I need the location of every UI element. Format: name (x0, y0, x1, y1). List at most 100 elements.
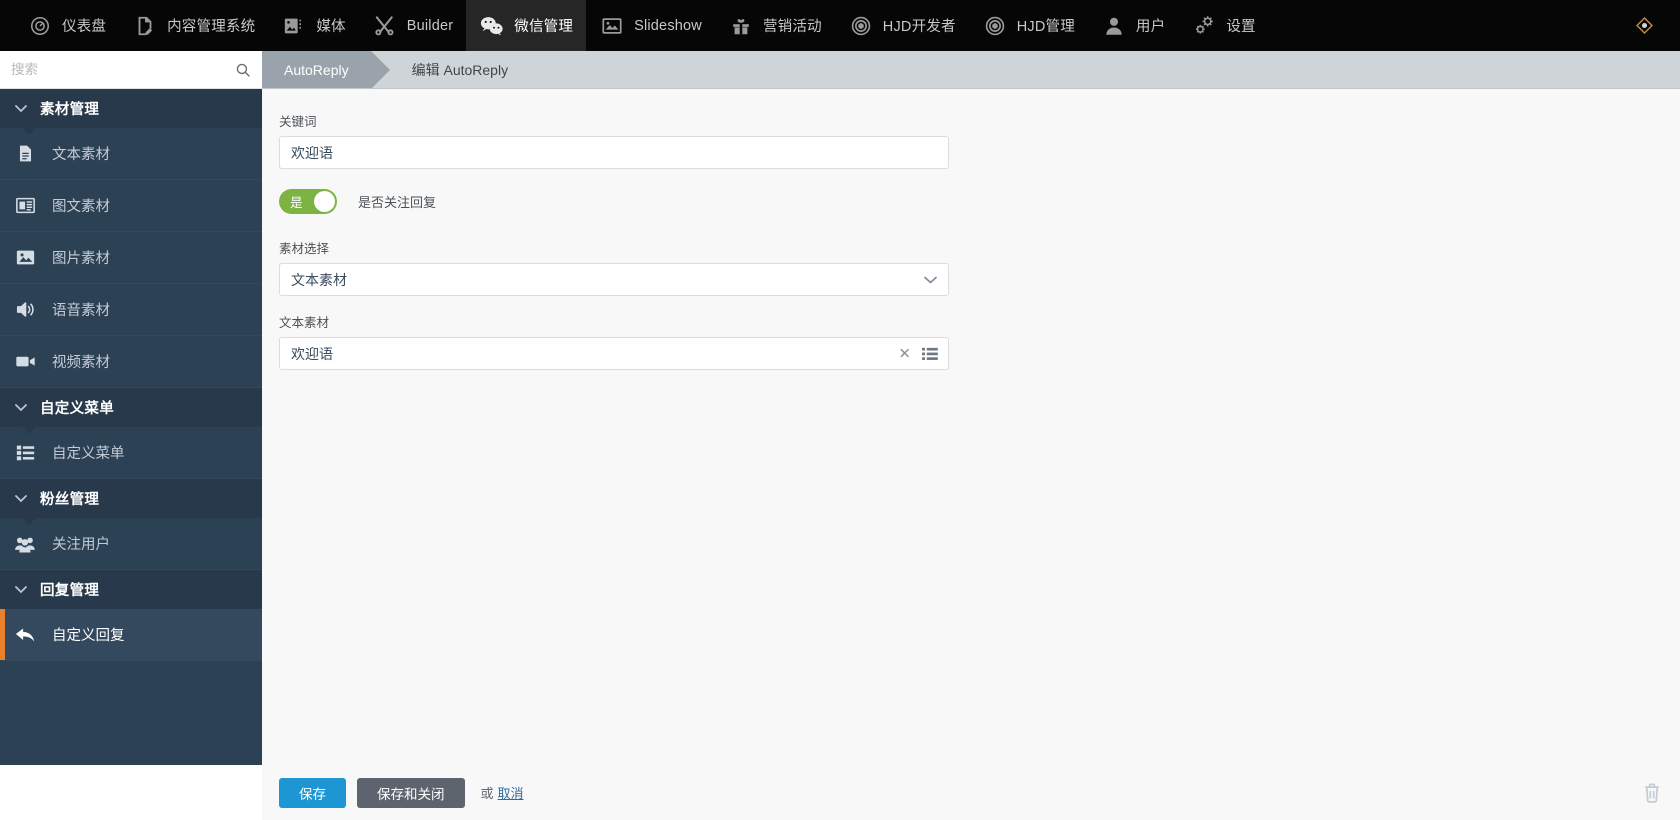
sidebar-item-article-material[interactable]: 图文素材 (0, 180, 262, 232)
edit-form: 关键词 是 是否关注回复 素材选择 文本素材 (262, 89, 1680, 370)
sidebar-item-voice-material[interactable]: 语音素材 (0, 284, 262, 336)
compass-diamond-icon[interactable] (1635, 16, 1654, 35)
picture-icon (11, 246, 39, 270)
sidebar: 素材管理 文本素材 图文素材 (0, 51, 262, 765)
sidebar-item-followers[interactable]: 关注用户 (0, 518, 262, 570)
text-material-picker-wrap: 欢迎语 ✕ (279, 337, 949, 370)
sidebar-item-video-material[interactable]: 视频素材 (0, 336, 262, 388)
sidebar-group-header-custom-menu[interactable]: 自定义菜单 (0, 388, 262, 434)
gift-icon (728, 13, 754, 39)
article-icon (11, 194, 39, 218)
nav-item-dashboard[interactable]: 仪表盘 (14, 0, 119, 51)
or-text: 或 (480, 786, 494, 801)
sidebar-item-custom-menu[interactable]: 自定义菜单 (0, 427, 262, 479)
nav-item-settings[interactable]: 设置 (1178, 0, 1268, 51)
nav-item-hjd-developer[interactable]: HJD开发者 (835, 0, 969, 51)
app-root: 仪表盘 内容管理系统 媒体 Builder 微信管理 Slideshow 营销活… (0, 0, 1680, 820)
keyword-input[interactable] (279, 136, 949, 169)
sidebar-group-header-reply[interactable]: 回复管理 (0, 570, 262, 616)
text-document-icon (11, 142, 39, 166)
material-type-label: 素材选择 (279, 242, 330, 256)
chevron-down-icon (12, 494, 29, 503)
field-subscribe-reply: 是 是否关注回复 (279, 189, 1680, 214)
gears-icon (1191, 13, 1217, 39)
nav-item-cms[interactable]: 内容管理系统 (119, 0, 268, 51)
toggle-knob (314, 191, 335, 212)
user-icon (1101, 13, 1127, 39)
top-navigation-bar: 仪表盘 内容管理系统 媒体 Builder 微信管理 Slideshow 营销活… (0, 0, 1680, 51)
text-material-input[interactable]: 欢迎语 (279, 337, 949, 370)
search-input[interactable] (0, 51, 262, 88)
subscribe-reply-label: 是否关注回复 (358, 195, 437, 210)
video-camera-icon (11, 350, 39, 374)
wechat-icon (479, 13, 505, 39)
nav-label: 用户 (1135, 19, 1166, 35)
sidebar-item-custom-reply[interactable]: 自定义回复 (0, 609, 262, 661)
field-keyword: 关键词 (279, 111, 1680, 169)
nav-label: Builder (406, 17, 454, 34)
nav-label: 仪表盘 (62, 19, 107, 35)
breadcrumb-current-label: 编辑 AutoReply (411, 61, 509, 78)
breadcrumb: AutoReply 编辑 AutoReply (262, 51, 1680, 89)
users-group-icon (11, 532, 39, 556)
sidebar-item-label: 关注用户 (52, 537, 110, 553)
sidebar-footer-spacer (0, 765, 262, 820)
sidebar-item-label: 图文素材 (52, 199, 110, 215)
breadcrumb-active-label: AutoReply (284, 61, 349, 78)
reply-arrow-icon (11, 623, 39, 647)
nav-item-slideshow[interactable]: Slideshow (586, 0, 715, 51)
save-button[interactable]: 保存 (279, 777, 346, 808)
sidebar-item-label: 语音素材 (52, 303, 110, 319)
close-x-icon[interactable]: ✕ (898, 346, 911, 361)
sidebar-item-label: 视频素材 (52, 355, 110, 371)
breadcrumb-item-autoreply[interactable]: AutoReply (262, 51, 390, 89)
text-material-value: 欢迎语 (291, 345, 333, 362)
subscribe-reply-toggle[interactable]: 是 (279, 189, 337, 214)
slideshow-icon (599, 13, 625, 39)
nav-item-media[interactable]: 媒体 (268, 0, 358, 51)
chevron-down-icon (12, 104, 29, 113)
sidebar-group-header-materials[interactable]: 素材管理 (0, 89, 262, 135)
nav-label: HJD管理 (1016, 19, 1075, 35)
gauge-icon (27, 13, 53, 39)
form-footer: 保存 保存和关闭 或 取消 (262, 765, 1680, 820)
save-and-close-button[interactable]: 保存和关闭 (357, 777, 465, 808)
target-icon (982, 13, 1008, 39)
sidebar-group-header-fans[interactable]: 粉丝管理 (0, 479, 262, 525)
nav-label: 媒体 (316, 19, 346, 35)
speaker-icon (11, 298, 39, 322)
search-icon[interactable] (235, 62, 251, 78)
sidebar-search[interactable] (0, 51, 262, 89)
sidebar-group-label: 回复管理 (40, 583, 100, 599)
chevron-down-icon (12, 403, 29, 412)
keyword-label: 关键词 (279, 115, 317, 129)
sidebar-item-label: 文本素材 (52, 147, 110, 163)
sidebar-item-text-material[interactable]: 文本素材 (0, 128, 262, 180)
nav-label: 设置 (1226, 19, 1256, 35)
tools-icon (372, 13, 398, 39)
nav-item-builder[interactable]: Builder (359, 0, 467, 51)
cms-document-icon (132, 13, 158, 39)
material-type-select-wrap: 文本素材 (279, 263, 949, 296)
cancel-link[interactable]: 取消 (498, 783, 524, 802)
list-icon (11, 441, 39, 465)
sidebar-item-picture-material[interactable]: 图片素材 (0, 232, 262, 284)
material-type-select[interactable]: 文本素材 (279, 263, 949, 296)
nav-item-marketing[interactable]: 营销活动 (715, 0, 835, 51)
list-picker-icon[interactable] (922, 347, 938, 361)
nav-item-hjd-management[interactable]: HJD管理 (969, 0, 1088, 51)
field-material-type: 素材选择 文本素材 (279, 238, 1680, 296)
trash-icon[interactable] (1642, 782, 1662, 804)
nav-label: HJD开发者 (882, 19, 956, 35)
nav-item-users[interactable]: 用户 (1088, 0, 1178, 51)
breadcrumb-current: 编辑 AutoReply (371, 51, 508, 88)
sidebar-group-label: 粉丝管理 (40, 492, 100, 508)
text-material-label: 文本素材 (279, 316, 330, 330)
nav-label: 微信管理 (514, 19, 574, 35)
nav-item-wechat-management[interactable]: 微信管理 (466, 0, 587, 51)
sidebar-item-label: 图片素材 (52, 251, 110, 267)
nav-label: 营销活动 (762, 19, 822, 35)
sidebar-item-label: 自定义菜单 (52, 446, 125, 462)
content-panel: AutoReply 编辑 AutoReply 关键词 是 是否关注回复 素材选择 (262, 51, 1680, 820)
nav-right-actions[interactable] (1609, 0, 1680, 51)
